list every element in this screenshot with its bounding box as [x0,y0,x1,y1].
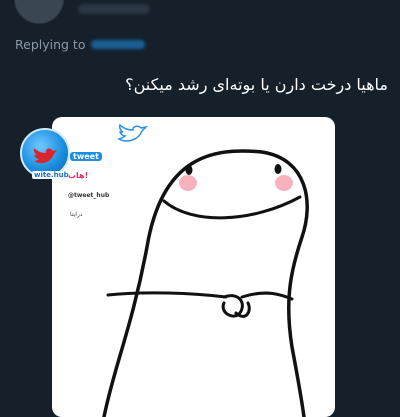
replying-to-label: Replying to [15,37,86,52]
tweet-hub-watermark: wite.hub tweet هاب! @tweet_hub درایتا [18,122,153,218]
left-blush [179,175,197,191]
watermark-site: wite.hub [32,171,71,179]
left-hand [221,294,244,318]
character-outline [102,149,309,417]
watermark-badge: tweet هاب! @tweet_hub درایتا [68,144,122,218]
right-blush [275,175,293,191]
twitter-bird-icon [33,148,57,164]
arm-line-right [240,291,294,301]
smile [162,195,302,220]
twitter-bird-small-icon [117,124,148,142]
left-eye [185,165,193,175]
replying-to-handle-link[interactable] [91,40,146,49]
watermark-tweet-label: tweet [70,152,102,161]
watermark-handle: @tweet_hub [68,192,110,199]
tweet-text: ماهیا درخت دارن یا بوته‌ای رشد میکنن؟ [125,75,388,94]
watermark-join-text: درایتا [70,211,83,218]
avatar[interactable] [14,0,64,24]
arm-line [106,291,228,299]
replying-to-line: Replying to [15,37,146,52]
blurred-username [78,4,150,14]
right-eye [274,164,282,174]
watermark-top-text: هاب! [68,171,89,180]
previous-tweet-row [0,0,400,24]
